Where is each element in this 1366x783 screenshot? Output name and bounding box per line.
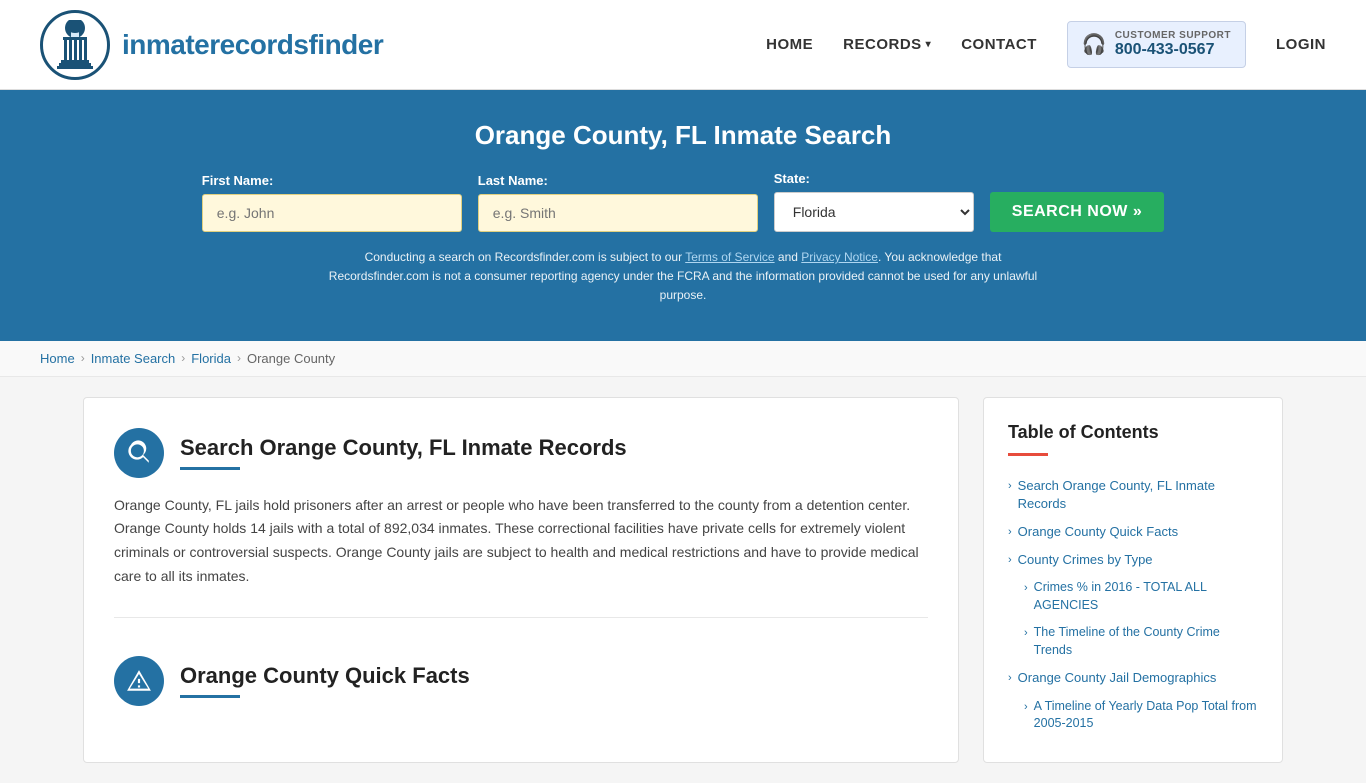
search-now-button[interactable]: SEARCH NOW » <box>990 192 1164 232</box>
toc-chevron-icon: › <box>1008 553 1012 568</box>
breadcrumb-sep-1: › <box>81 351 85 365</box>
toc-item: ›A Timeline of Yearly Data Pop Total fro… <box>1008 693 1258 738</box>
state-label: State: <box>774 171 810 186</box>
toc-chevron-icon: › <box>1024 700 1028 715</box>
section2: Orange County Quick Facts <box>114 646 928 706</box>
search-icon <box>126 440 152 466</box>
support-button[interactable]: 🎧 CUSTOMER SUPPORT 800-433-0567 <box>1067 21 1246 68</box>
state-group: State: AlabamaAlaskaArizonaArkansasCalif… <box>774 171 974 232</box>
section2-title: Orange County Quick Facts <box>180 663 470 689</box>
sidebar: Table of Contents ›Search Orange County,… <box>983 397 1283 763</box>
breadcrumb-florida[interactable]: Florida <box>191 351 231 366</box>
support-number: 800-433-0567 <box>1115 41 1215 59</box>
toc-item: ›County Crimes by Type <box>1008 546 1258 574</box>
first-name-label: First Name: <box>202 173 274 188</box>
search-form: First Name: Last Name: State: AlabamaAla… <box>40 171 1326 232</box>
section-divider <box>114 617 928 618</box>
nav-home[interactable]: HOME <box>766 36 813 53</box>
logo-area: inmaterecordsfinder <box>40 10 383 80</box>
breadcrumb-inmate-search[interactable]: Inmate Search <box>91 351 176 366</box>
nav-contact[interactable]: CONTACT <box>961 36 1037 53</box>
support-label: CUSTOMER SUPPORT <box>1115 30 1231 41</box>
toc-link[interactable]: ›Crimes % in 2016 - TOTAL ALL AGENCIES <box>1024 579 1258 614</box>
toc-link[interactable]: ›Orange County Jail Demographics <box>1008 669 1258 687</box>
toc-link[interactable]: ›County Crimes by Type <box>1008 551 1258 569</box>
toc-link[interactable]: ›Orange County Quick Facts <box>1008 523 1258 541</box>
toc-link[interactable]: ›The Timeline of the County Crime Trends <box>1024 624 1258 659</box>
terms-link[interactable]: Terms of Service <box>685 250 774 264</box>
section2-underline <box>180 695 240 698</box>
breadcrumb: Home › Inmate Search › Florida › Orange … <box>0 341 1366 377</box>
breadcrumb-home[interactable]: Home <box>40 351 75 366</box>
search-hero: Orange County, FL Inmate Search First Na… <box>0 90 1366 341</box>
toc-item: ›Orange County Quick Facts <box>1008 518 1258 546</box>
main-content: Search Orange County, FL Inmate Records … <box>43 397 1323 763</box>
toc-chevron-icon: › <box>1008 525 1012 540</box>
toc-link[interactable]: ›Search Orange County, FL Inmate Records <box>1008 477 1258 513</box>
section1-title-area: Search Orange County, FL Inmate Records <box>180 435 627 470</box>
login-button[interactable]: LOGIN <box>1276 36 1326 53</box>
toc-list: ›Search Orange County, FL Inmate Records… <box>1008 472 1258 738</box>
main-nav: HOME RECORDS ▾ CONTACT 🎧 CUSTOMER SUPPOR… <box>766 21 1326 68</box>
content-area: Search Orange County, FL Inmate Records … <box>83 397 959 763</box>
nav-records[interactable]: RECORDS ▾ <box>843 36 931 53</box>
toc-chevron-icon: › <box>1024 581 1028 596</box>
last-name-label: Last Name: <box>478 173 548 188</box>
toc-box: Table of Contents ›Search Orange County,… <box>983 397 1283 763</box>
toc-item: ›Orange County Jail Demographics <box>1008 664 1258 692</box>
state-select[interactable]: AlabamaAlaskaArizonaArkansasCaliforniaCo… <box>774 192 974 232</box>
toc-item: ›Crimes % in 2016 - TOTAL ALL AGENCIES <box>1008 574 1258 619</box>
alert-icon <box>126 668 152 694</box>
section1-text: Orange County, FL jails hold prisoners a… <box>114 494 928 589</box>
support-text-area: CUSTOMER SUPPORT 800-433-0567 <box>1115 30 1231 59</box>
section2-title-area: Orange County Quick Facts <box>180 663 470 698</box>
toc-item: ›Search Orange County, FL Inmate Records <box>1008 472 1258 518</box>
toc-title: Table of Contents <box>1008 422 1258 443</box>
first-name-input[interactable] <box>202 194 462 232</box>
section2-header: Orange County Quick Facts <box>114 656 928 706</box>
logo-text: inmaterecordsfinder <box>122 29 383 61</box>
toc-item: ›The Timeline of the County Crime Trends <box>1008 619 1258 664</box>
breadcrumb-sep-2: › <box>181 351 185 365</box>
first-name-group: First Name: <box>202 173 462 232</box>
section2-icon <box>114 656 164 706</box>
toc-chevron-icon: › <box>1008 671 1012 686</box>
toc-chevron-icon: › <box>1024 626 1028 641</box>
last-name-input[interactable] <box>478 194 758 232</box>
records-chevron-icon: ▾ <box>926 39 932 50</box>
section1-underline <box>180 467 240 470</box>
breadcrumb-orange-county: Orange County <box>247 351 335 366</box>
toc-chevron-icon: › <box>1008 479 1012 494</box>
section1-title: Search Orange County, FL Inmate Records <box>180 435 627 461</box>
hero-disclaimer: Conducting a search on Recordsfinder.com… <box>323 248 1043 306</box>
section1-icon <box>114 428 164 478</box>
section1-header: Search Orange County, FL Inmate Records <box>114 428 928 478</box>
last-name-group: Last Name: <box>478 173 758 232</box>
logo-icon <box>40 10 110 80</box>
toc-underline <box>1008 453 1048 456</box>
breadcrumb-sep-3: › <box>237 351 241 365</box>
toc-link[interactable]: ›A Timeline of Yearly Data Pop Total fro… <box>1024 698 1258 733</box>
privacy-link[interactable]: Privacy Notice <box>801 250 878 264</box>
hero-title: Orange County, FL Inmate Search <box>40 120 1326 151</box>
site-header: inmaterecordsfinder HOME RECORDS ▾ CONTA… <box>0 0 1366 90</box>
headphone-icon: 🎧 <box>1082 32 1107 57</box>
